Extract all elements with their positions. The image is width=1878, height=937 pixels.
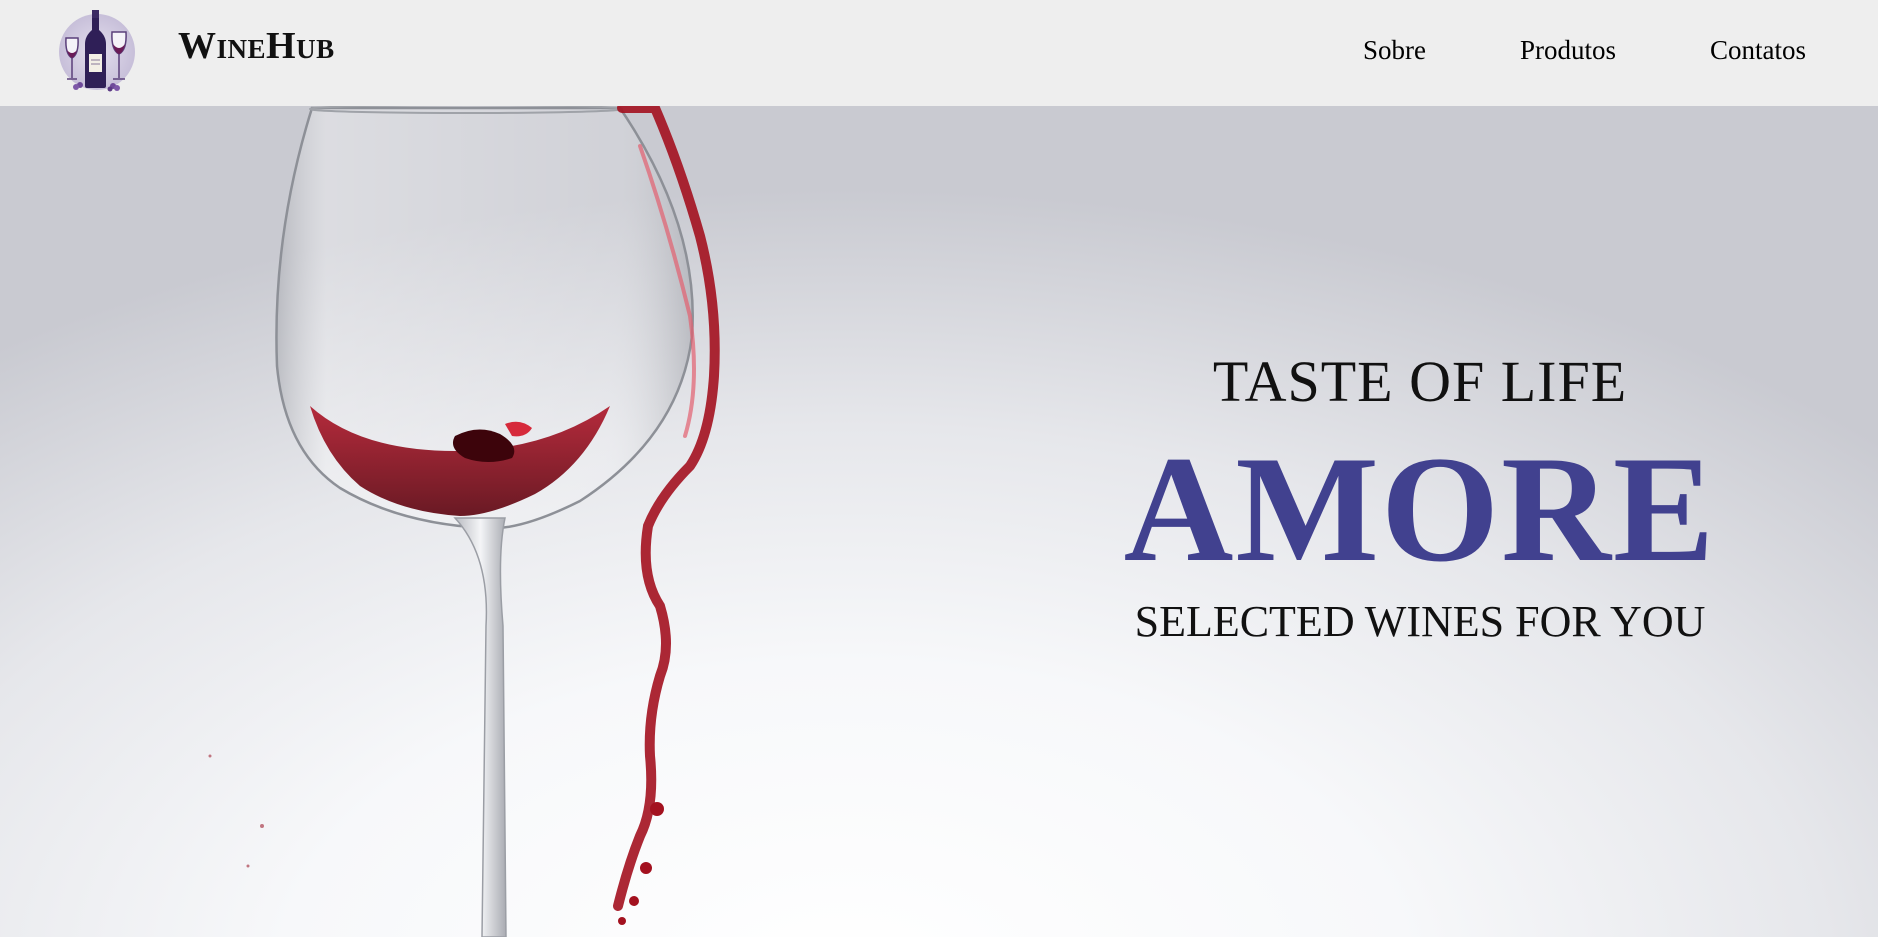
brand-name[interactable]: WineHub (178, 24, 335, 70)
wine-bottle-glasses-icon[interactable] (56, 8, 138, 94)
navbar: WineHub Sobre Produtos Contatos (0, 0, 1878, 106)
hero-headline: AMORE (1123, 425, 1717, 593)
hero-section: TASTE OF LIFE AMORE SELECTED WINES FOR Y… (0, 106, 1878, 937)
hero-tagline-top: TASTE OF LIFE (1212, 349, 1628, 414)
nav-link-produtos[interactable]: Produtos (1520, 34, 1616, 66)
nav-link-contatos[interactable]: Contatos (1710, 34, 1806, 66)
hero-tagline-bottom: SELECTED WINES FOR YOU (1134, 597, 1706, 646)
main-nav: Sobre Produtos Contatos (1363, 34, 1806, 66)
nav-link-sobre[interactable]: Sobre (1363, 34, 1426, 66)
